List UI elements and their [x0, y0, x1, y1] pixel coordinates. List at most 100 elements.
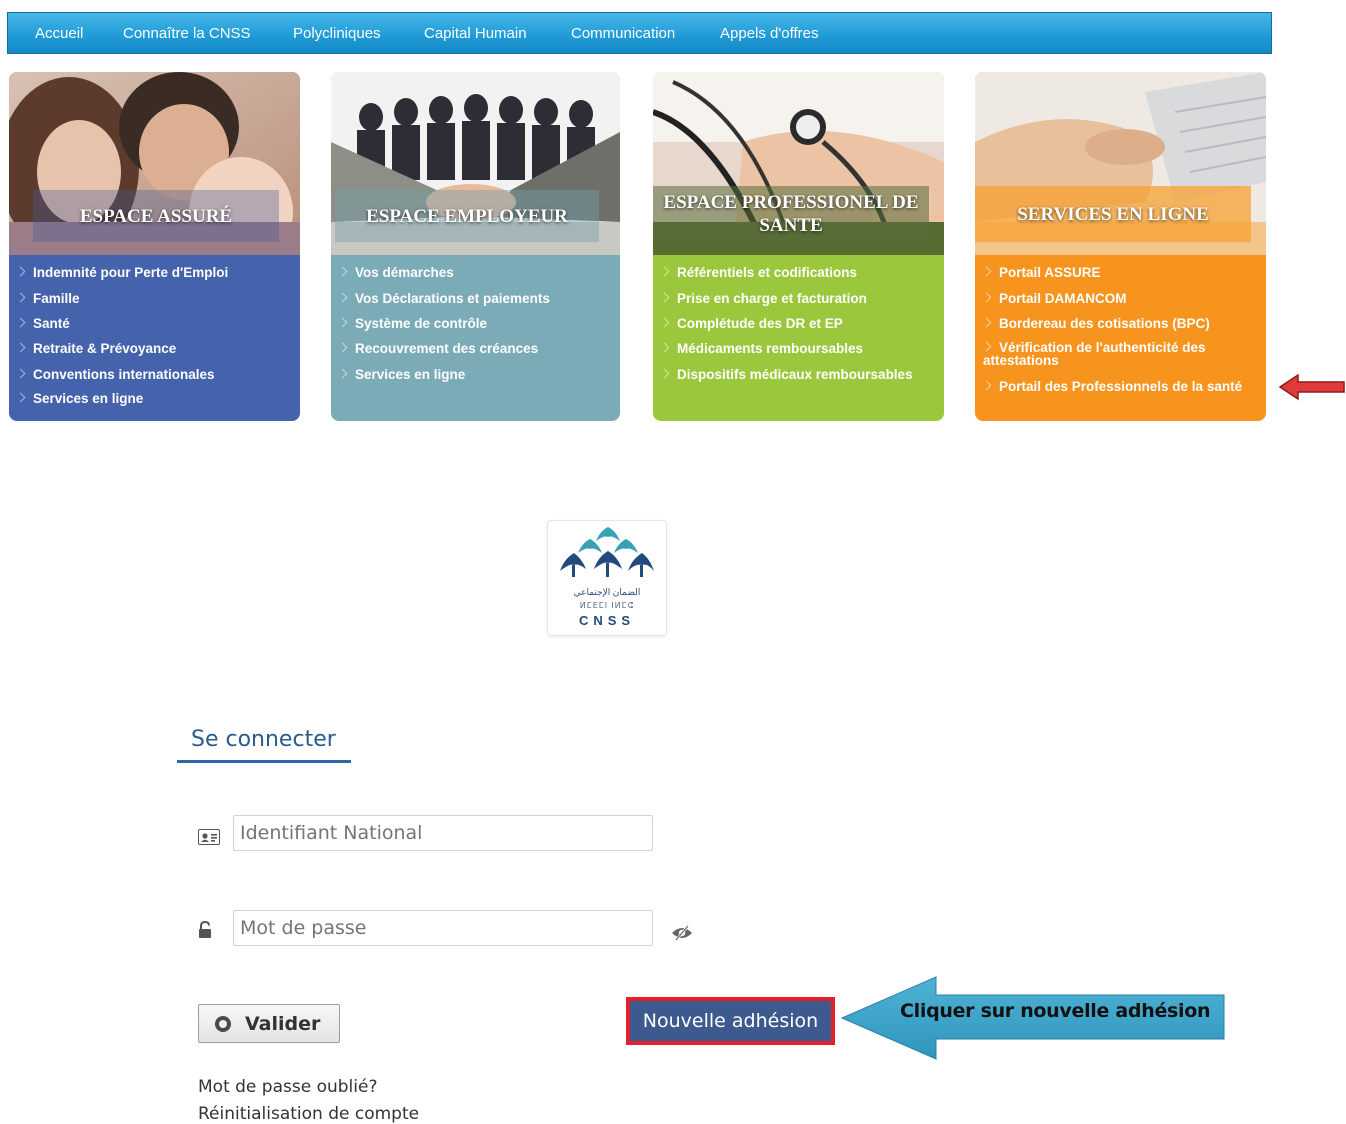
chevron-right-icon — [981, 341, 992, 352]
link-services-en-ligne-employeur[interactable]: Services en ligne — [337, 367, 466, 382]
link-vos-demarches[interactable]: Vos démarches — [337, 265, 454, 280]
link-label: Portail ASSURE — [999, 265, 1101, 280]
link-label: Services en ligne — [33, 391, 144, 406]
link-declarations-paiements[interactable]: Vos Déclarations et paiements — [337, 291, 550, 306]
link-label: Retraite & Prévoyance — [33, 341, 177, 356]
chevron-right-icon — [981, 380, 992, 391]
chevron-right-icon — [15, 392, 26, 403]
link-label: Portail des Professionnels de la santé — [999, 379, 1243, 394]
link-retraite-prevoyance[interactable]: Retraite & Prévoyance — [15, 341, 177, 356]
circle-icon — [215, 1016, 231, 1032]
link-label: Prise en charge et facturation — [677, 291, 867, 306]
card-title-banner: ESPACE PROFESSIONEL DE SANTE — [653, 186, 929, 242]
nav-item-appels-offres[interactable]: Appels d'offres — [720, 13, 818, 53]
login-title-underline — [177, 760, 351, 763]
link-bordereau-cotisations[interactable]: Bordereau des cotisations (BPC) — [981, 316, 1210, 331]
nav-item-communication[interactable]: Communication — [571, 13, 675, 53]
link-label: Santé — [33, 316, 70, 331]
chevron-right-icon — [337, 368, 348, 379]
chevron-right-icon — [15, 342, 26, 353]
link-label: Portail DAMANCOM — [999, 291, 1127, 306]
link-systeme-controle[interactable]: Système de contrôle — [337, 316, 488, 331]
logo-arabic-text: الضمان الإجتماعي — [573, 587, 641, 597]
cnss-emblem-icon — [560, 527, 654, 577]
chevron-right-icon — [15, 317, 26, 328]
card-espace-employeur: ESPACE EMPLOYEUR Vos démarches Vos Décla… — [331, 72, 620, 421]
nav-item-connaitre-cnss[interactable]: Connaître la CNSS — [123, 13, 251, 53]
cnss-logo: الضمان الإجتماعي ⵍⵎⴹⵎⵏ ⵏⵍⵎⵛ CNSS — [547, 520, 667, 636]
chevron-right-icon — [659, 266, 670, 277]
chevron-right-icon — [659, 342, 670, 353]
chevron-right-icon — [337, 342, 348, 353]
nav-item-capital-humain[interactable]: Capital Humain — [424, 13, 527, 53]
link-verification-attestations[interactable]: Vérification de l'authenticité des attes… — [981, 340, 1253, 368]
nav-item-accueil[interactable]: Accueil — [35, 13, 83, 53]
link-label: Référentiels et codifications — [677, 265, 858, 280]
card-link-list: Vos démarches Vos Déclarations et paieme… — [331, 255, 620, 421]
link-label: Vos Déclarations et paiements — [355, 291, 550, 306]
red-arrow-icon — [1278, 373, 1345, 401]
link-recouvrement-creances[interactable]: Recouvrement des créances — [337, 341, 539, 356]
link-services-en-ligne[interactable]: Services en ligne — [15, 391, 144, 406]
nouvelle-adhesion-button[interactable]: Nouvelle adhésion — [626, 997, 835, 1045]
valider-label: Valider — [245, 1013, 321, 1035]
link-label: Bordereau des cotisations (BPC) — [999, 316, 1210, 331]
card-link-list: Portail ASSURE Portail DAMANCOM Borderea… — [975, 255, 1266, 421]
link-famille[interactable]: Famille — [15, 291, 80, 306]
link-completude-dr-ep[interactable]: Complétude des DR et EP — [659, 316, 843, 331]
valider-button[interactable]: Valider — [198, 1004, 340, 1043]
card-link-list: Indemnité pour Perte d'Emploi Famille Sa… — [9, 255, 300, 421]
logo-cnss-text: CNSS — [578, 613, 636, 628]
link-referentiels-codifications[interactable]: Référentiels et codifications — [659, 265, 858, 280]
link-sante[interactable]: Santé — [15, 316, 70, 331]
link-label: Indemnité pour Perte d'Emploi — [33, 265, 229, 280]
reset-account-link[interactable]: Réinitialisation de compte — [198, 1104, 419, 1124]
link-label: Système de contrôle — [355, 316, 488, 331]
chevron-right-icon — [981, 266, 992, 277]
password-input[interactable] — [233, 910, 653, 946]
card-espace-professionnel-sante: ESPACE PROFESSIONEL DE SANTE Référentiel… — [653, 72, 944, 421]
lock-icon — [199, 921, 211, 938]
nav-item-polycliniques[interactable]: Polycliniques — [293, 13, 381, 53]
link-portail-damancom[interactable]: Portail DAMANCOM — [981, 291, 1127, 306]
link-label: Vos démarches — [355, 265, 454, 280]
link-label: Complétude des DR et EP — [677, 316, 843, 331]
chevron-right-icon — [15, 368, 26, 379]
link-label: Famille — [33, 291, 80, 306]
id-card-icon — [198, 829, 220, 845]
chevron-right-icon — [15, 292, 26, 303]
link-dispositifs-medicaux[interactable]: Dispositifs médicaux remboursables — [659, 367, 913, 382]
link-portail-professionnels-sante[interactable]: Portail des Professionnels de la santé — [981, 379, 1243, 394]
card-title-banner: SERVICES EN LIGNE — [975, 186, 1251, 242]
main-navbar: Accueil Connaître la CNSS Polycliniques … — [7, 12, 1272, 54]
card-link-list: Référentiels et codifications Prise en c… — [653, 255, 944, 421]
login-title: Se connecter — [191, 727, 336, 752]
logo-tifinagh-text: ⵍⵎⴹⵎⵏ ⵏⵍⵎⵛ — [579, 601, 635, 610]
link-label: Médicaments remboursables — [677, 341, 864, 356]
link-medicaments-remboursables[interactable]: Médicaments remboursables — [659, 341, 864, 356]
card-title-banner: ESPACE EMPLOYEUR — [335, 190, 599, 242]
chevron-right-icon — [981, 317, 992, 328]
link-indemnite-perte-emploi[interactable]: Indemnité pour Perte d'Emploi — [15, 265, 229, 280]
link-prise-en-charge-facturation[interactable]: Prise en charge et facturation — [659, 291, 867, 306]
chevron-right-icon — [337, 292, 348, 303]
forgot-password-link[interactable]: Mot de passe oublié? — [198, 1077, 377, 1097]
link-portail-assure[interactable]: Portail ASSURE — [981, 265, 1101, 280]
link-label: Conventions internationales — [33, 367, 215, 382]
chevron-right-icon — [337, 317, 348, 328]
card-espace-assure: ESPACE ASSURÉ Indemnité pour Perte d'Emp… — [9, 72, 300, 421]
chevron-right-icon — [15, 266, 26, 277]
chevron-right-icon — [659, 317, 670, 328]
chevron-right-icon — [981, 292, 992, 303]
identifiant-national-input[interactable] — [233, 815, 653, 851]
chevron-right-icon — [659, 292, 670, 303]
chevron-right-icon — [337, 266, 348, 277]
link-label: Dispositifs médicaux remboursables — [677, 367, 913, 382]
card-title-banner: ESPACE ASSURÉ — [33, 190, 279, 242]
link-label: Services en ligne — [355, 367, 466, 382]
link-conventions-internationales[interactable]: Conventions internationales — [15, 367, 215, 382]
eye-slash-icon[interactable] — [671, 925, 693, 941]
card-services-en-ligne: SERVICES EN LIGNE Portail ASSURE Portail… — [975, 72, 1266, 421]
link-label: Vérification de l'authenticité des attes… — [983, 340, 1206, 368]
link-label: Recouvrement des créances — [355, 341, 539, 356]
